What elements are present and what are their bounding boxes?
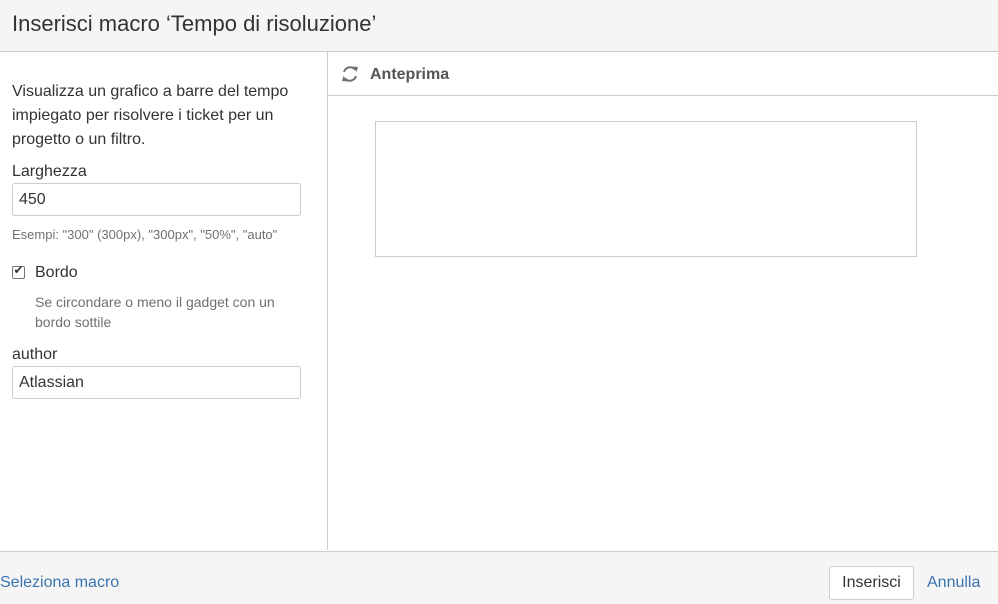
dialog-title: Inserisci macro ‘Tempo di risoluzione’	[12, 11, 377, 36]
width-label: Larghezza	[12, 163, 87, 180]
dialog-footer: Seleziona macro Inserisci Annulla	[0, 551, 998, 604]
preview-frame	[375, 121, 917, 257]
preview-header: Anteprima	[328, 52, 998, 96]
macro-parameters-panel: Visualizza un grafico a barre del tempo …	[0, 52, 328, 550]
author-label: author	[12, 346, 58, 363]
width-input[interactable]	[12, 183, 301, 216]
insert-button[interactable]: Inserisci	[829, 566, 914, 600]
checkmark-icon: ✔	[13, 263, 24, 277]
dialog-header: Inserisci macro ‘Tempo di risoluzione’	[0, 0, 998, 52]
select-macro-link[interactable]: Seleziona macro	[0, 574, 119, 592]
preview-panel: Anteprima	[328, 52, 998, 550]
refresh-icon[interactable]	[340, 64, 360, 84]
macro-description: Visualizza un grafico a barre del tempo …	[12, 83, 289, 148]
width-hint: Esempi: "300" (300px), "300px", "50%", "…	[12, 227, 278, 242]
author-input[interactable]	[12, 366, 301, 399]
border-label: Bordo	[35, 264, 78, 281]
preview-label: Anteprima	[370, 66, 450, 83]
cancel-link[interactable]: Annulla	[927, 574, 980, 592]
border-description: Se circondare o meno il gadget con un bo…	[35, 294, 275, 330]
border-checkbox[interactable]: ✔	[12, 263, 25, 279]
